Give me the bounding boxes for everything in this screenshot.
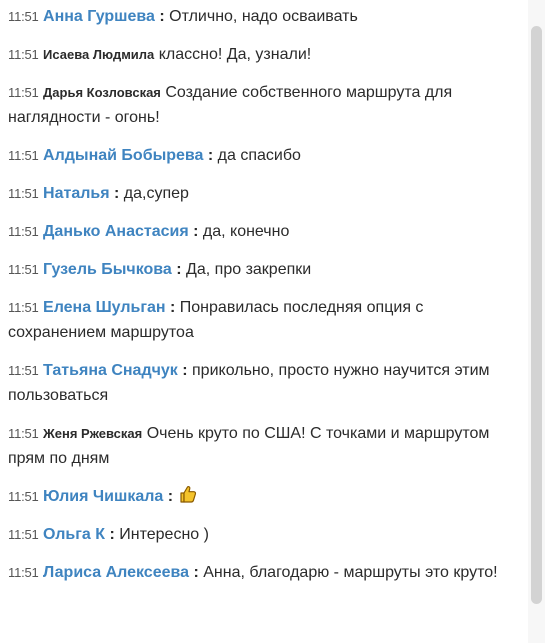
message-author[interactable]: Наталья <box>43 185 110 202</box>
message-time: 11:51 <box>8 186 39 201</box>
message-author[interactable]: Лариса Алексеева <box>43 564 189 581</box>
message-text: да, конечно <box>202 223 290 240</box>
message-separator: : <box>171 261 187 278</box>
message-text: Да, про закрепки <box>186 261 312 278</box>
message-author[interactable]: Анна Гуршева <box>43 8 155 25</box>
message-author[interactable]: Алдынай Бобырева <box>43 147 203 164</box>
chat-message: 11:51 Исаева Людмила классно! Да, узнали… <box>8 42 528 67</box>
message-author[interactable]: Данько Анастасия <box>43 223 189 240</box>
chat-message: 11:51 Юлия Чишкала : <box>8 484 528 509</box>
message-author[interactable]: Юлия Чишкала <box>43 488 163 505</box>
message-text: Отлично, надо осваивать <box>169 8 358 25</box>
chat-message: 11:51 Елена Шульган : Понравилась послед… <box>8 295 528 345</box>
message-time: 11:51 <box>8 489 39 504</box>
chat-message: 11:51 Анна Гуршева : Отлично, надо осваи… <box>8 4 528 29</box>
chat-message: 11:51 Дарья Козловская Создание собствен… <box>8 80 528 130</box>
message-separator: : <box>203 147 218 164</box>
message-time: 11:51 <box>8 527 39 542</box>
message-text: классно! Да, узнали! <box>158 46 312 63</box>
message-time: 11:51 <box>8 9 39 24</box>
thumbs-up-icon <box>178 484 198 504</box>
chat-message: 11:51 Ольга К : Интересно ) <box>8 522 528 547</box>
message-author[interactable]: Татьяна Снадчук <box>43 362 178 379</box>
vertical-scrollbar[interactable] <box>528 0 545 643</box>
message-separator: : <box>109 185 124 202</box>
chat-message: 11:51 Данько Анастасия : да, конечно <box>8 219 528 244</box>
message-author[interactable]: Исаева Людмила <box>43 47 154 62</box>
message-time: 11:51 <box>8 300 39 315</box>
message-time: 11:51 <box>8 85 39 100</box>
chat-message: 11:51 Женя Ржевская Очень круто по США! … <box>8 421 528 471</box>
message-author[interactable]: Женя Ржевская <box>43 426 142 441</box>
message-time: 11:51 <box>8 363 39 378</box>
message-text: да,супер <box>123 185 189 202</box>
scrollbar-thumb[interactable] <box>531 26 542 604</box>
message-author[interactable]: Елена Шульган <box>43 299 166 316</box>
message-separator: : <box>189 564 204 581</box>
message-text: да спасибо <box>217 147 301 164</box>
message-separator: : <box>188 223 203 240</box>
message-separator: : <box>163 488 178 505</box>
message-time: 11:51 <box>8 47 39 62</box>
message-time: 11:51 <box>8 262 39 277</box>
message-text: Анна, благодарю - маршруты это круто! <box>203 564 498 581</box>
message-time: 11:51 <box>8 565 39 580</box>
message-time: 11:51 <box>8 224 39 239</box>
message-author[interactable]: Гузель Бычкова <box>43 261 172 278</box>
chat-message: 11:51 Алдынай Бобырева : да спасибо <box>8 143 528 168</box>
message-time: 11:51 <box>8 148 39 163</box>
message-time: 11:51 <box>8 426 39 441</box>
chat-message: 11:51 Наталья : да,супер <box>8 181 528 206</box>
message-separator: : <box>165 299 180 316</box>
chat-message: 11:51 Татьяна Снадчук : прикольно, прост… <box>8 358 528 408</box>
message-author[interactable]: Ольга К <box>43 526 105 543</box>
chat-message: 11:51 Гузель Бычкова : Да, про закрепки <box>8 257 528 282</box>
chat-log: 11:51 Анна Гуршева : Отлично, надо осваи… <box>0 0 528 643</box>
message-separator: : <box>105 526 120 543</box>
chat-message: 11:51 Лариса Алексеева : Анна, благодарю… <box>8 560 528 585</box>
message-separator: : <box>154 8 170 25</box>
message-text: Интересно ) <box>119 526 209 543</box>
message-author[interactable]: Дарья Козловская <box>43 85 161 100</box>
message-separator: : <box>177 362 193 379</box>
